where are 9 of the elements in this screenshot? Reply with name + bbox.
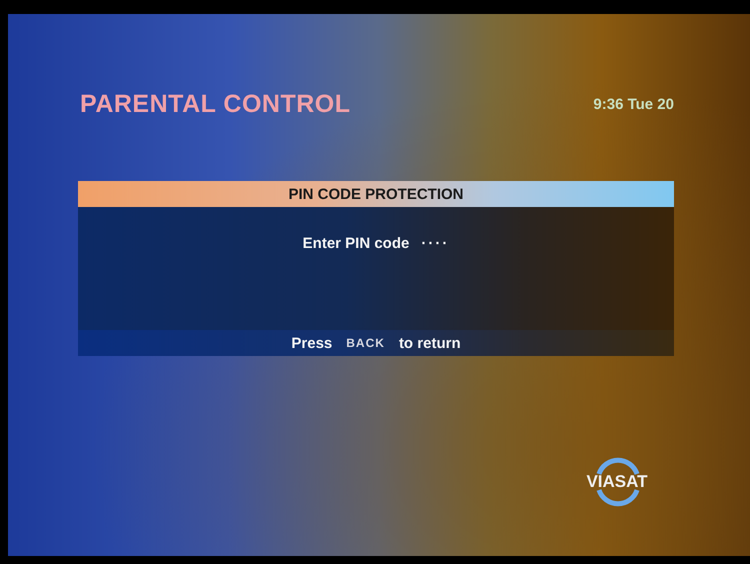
logo-text: VIASAT: [586, 472, 648, 492]
dialog-title: PIN CODE PROTECTION: [78, 181, 674, 207]
footer-text: Press: [291, 334, 332, 352]
pin-field[interactable]: ····: [421, 235, 450, 330]
key-label: BACK: [346, 336, 385, 350]
clock: 9:36 Tue 20: [593, 96, 674, 113]
footer-text: to return: [398, 334, 461, 352]
pin-prompt: Enter PIN code: [302, 235, 410, 254]
screen-title: PARENTAL CONTROL: [80, 90, 350, 119]
